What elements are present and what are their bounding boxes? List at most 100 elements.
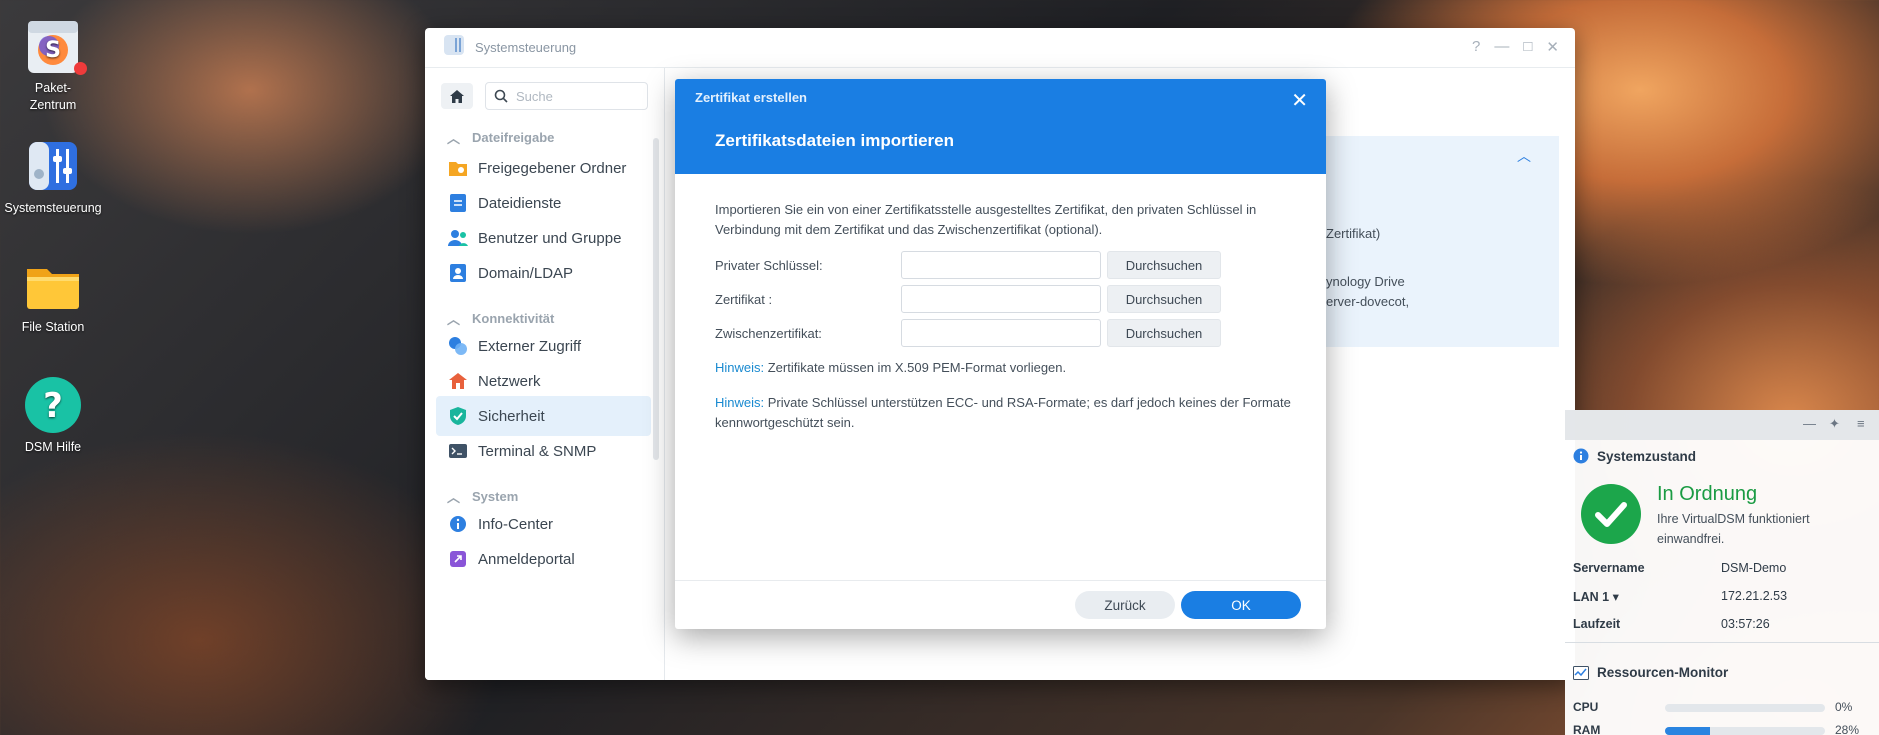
back-button[interactable]: Zurück bbox=[1075, 591, 1175, 619]
section-header-file-sharing[interactable]: ︿ Dateifreigabe bbox=[447, 128, 554, 147]
dialog-footer-divider bbox=[675, 580, 1326, 581]
desktop-icon-dsm-help[interactable]: ? DSM Hilfe bbox=[3, 375, 103, 456]
sidebar-scrollbar[interactable] bbox=[653, 138, 659, 460]
sidebar-item-external-access[interactable]: Externer Zugriff bbox=[436, 326, 651, 366]
dialog-header: Zertifikat erstellen Zertifikatsdateien … bbox=[675, 79, 1326, 174]
home-button[interactable] bbox=[441, 83, 473, 109]
sidebar-item-domain-ldap[interactable]: Domain/LDAP bbox=[436, 253, 651, 293]
control-panel-icon bbox=[443, 34, 465, 61]
resource-monitor-title: Ressourcen-Monitor bbox=[1573, 665, 1728, 680]
widget-toolbar: — ✦ ≡ bbox=[1565, 410, 1879, 440]
package-center-icon: S bbox=[23, 16, 87, 76]
minimize-button[interactable]: — bbox=[1494, 38, 1509, 56]
hint-prefix: Hinweis: bbox=[715, 395, 765, 410]
terminal-icon bbox=[448, 441, 468, 461]
intermediate-certificate-label: Zwischenzertifikat: bbox=[715, 325, 822, 341]
info-icon bbox=[1573, 448, 1589, 464]
sidebar-item-network[interactable]: Netzwerk bbox=[436, 361, 651, 401]
private-key-browse-button[interactable]: Durchsuchen bbox=[1107, 251, 1221, 279]
certificate-input[interactable] bbox=[901, 285, 1101, 313]
panel-text: ynology Drive bbox=[1326, 274, 1405, 289]
search-input[interactable] bbox=[516, 88, 636, 104]
private-key-label: Privater Schlüssel: bbox=[715, 257, 823, 273]
maximize-button[interactable]: □ bbox=[1523, 38, 1532, 56]
minimize-icon[interactable]: — bbox=[1803, 416, 1816, 431]
users-icon bbox=[448, 228, 468, 248]
search-box[interactable] bbox=[485, 82, 648, 110]
panel-text: erver-dovecot, bbox=[1326, 294, 1410, 309]
cpu-bar bbox=[1665, 704, 1825, 712]
dialog-description: Importieren Sie ein von einer Zertifikat… bbox=[715, 202, 1257, 237]
hint-format: Hinweis: Zertifikate müssen im X.509 PEM… bbox=[715, 358, 1295, 378]
login-portal-icon bbox=[448, 549, 468, 569]
notification-badge bbox=[74, 62, 87, 75]
svg-text:?: ? bbox=[43, 386, 63, 426]
ram-bar bbox=[1665, 727, 1825, 735]
close-icon[interactable]: ✕ bbox=[1291, 88, 1308, 113]
sidebar: ︿ Dateifreigabe Freigegebener Ordner Dat… bbox=[425, 68, 665, 680]
info-row-lan: LAN 1 ▾ 172.21.2.53 bbox=[1573, 589, 1788, 604]
desktop-icon-label: File Station bbox=[21, 320, 85, 334]
lan-dropdown[interactable]: LAN 1 ▾ bbox=[1573, 589, 1721, 604]
status-text: In Ordnung bbox=[1657, 483, 1758, 505]
network-icon bbox=[448, 371, 468, 391]
window-titlebar[interactable]: Systemsteuerung bbox=[425, 28, 1575, 68]
svg-text:S: S bbox=[45, 38, 61, 63]
sidebar-item-terminal-snmp[interactable]: Terminal & SNMP bbox=[436, 431, 651, 471]
certificate-browse-button[interactable]: Durchsuchen bbox=[1107, 285, 1221, 313]
hint-key-formats: Hinweis: Private Schlüssel unterstützen … bbox=[715, 393, 1295, 433]
cpu-percent: 0% bbox=[1835, 700, 1853, 714]
info-icon bbox=[448, 514, 468, 534]
dialog-title: Zertifikatsdateien importieren bbox=[715, 131, 955, 150]
info-row-uptime: Laufzeit 03:57:26 bbox=[1573, 617, 1770, 631]
window-title: Systemsteuerung bbox=[475, 40, 577, 55]
cpu-label: CPU bbox=[1573, 700, 1599, 714]
help-button[interactable]: ? bbox=[1472, 38, 1480, 56]
sidebar-item-security[interactable]: Sicherheit bbox=[436, 396, 651, 436]
intermediate-certificate-row: Zwischenzertifikat: Durchsuchen bbox=[715, 319, 1221, 347]
certificate-row: Zertifikat : Durchsuchen bbox=[715, 285, 1221, 313]
ram-percent: 28% bbox=[1835, 723, 1860, 735]
shield-icon bbox=[448, 406, 468, 426]
sidebar-item-login-portal[interactable]: Anmeldeportal bbox=[436, 539, 651, 579]
ok-button[interactable]: OK bbox=[1181, 591, 1301, 619]
desktop-icon-control-panel[interactable]: Systemsteuerung bbox=[3, 136, 103, 217]
intermediate-certificate-input[interactable] bbox=[901, 319, 1101, 347]
checkmark-icon bbox=[1581, 484, 1641, 544]
ram-label: RAM bbox=[1573, 723, 1601, 735]
shared-folder-icon bbox=[448, 158, 468, 178]
create-certificate-dialog: Zertifikat erstellen Zertifikatsdateien … bbox=[675, 79, 1326, 629]
desktop-icon-package-center[interactable]: S Paket- Zentrum bbox=[3, 16, 103, 114]
certificate-panel: ︿ Zertifikat) ynology Drive erver-doveco… bbox=[1326, 136, 1559, 347]
control-panel-icon bbox=[23, 136, 83, 196]
help-icon: ? bbox=[23, 375, 83, 435]
search-icon bbox=[494, 89, 508, 103]
system-widget: — ✦ ≡ Systemzustand In Ordnung Ihre Virt… bbox=[1565, 410, 1879, 735]
panel-text: Zertifikat) bbox=[1326, 226, 1381, 241]
certificate-label: Zertifikat : bbox=[715, 291, 773, 307]
sidebar-item-user-group[interactable]: Benutzer und Gruppe bbox=[436, 218, 651, 258]
close-button[interactable]: ✕ bbox=[1546, 38, 1559, 56]
chevron-up-icon[interactable]: ︿ bbox=[1517, 146, 1531, 166]
sidebar-item-shared-folder[interactable]: Freigegebener Ordner bbox=[436, 148, 651, 188]
sidebar-item-file-services[interactable]: Dateidienste bbox=[436, 183, 651, 223]
desktop-icon-label: Systemsteuerung bbox=[4, 201, 102, 215]
private-key-row: Privater Schlüssel: Durchsuchen bbox=[715, 251, 1221, 279]
pin-icon[interactable]: ✦ bbox=[1829, 416, 1840, 432]
domain-icon bbox=[448, 263, 468, 283]
sidebar-item-info-center[interactable]: Info-Center bbox=[436, 504, 651, 544]
private-key-input[interactable] bbox=[901, 251, 1101, 279]
ram-bar-fill bbox=[1665, 727, 1710, 735]
desktop-icon-file-station[interactable]: File Station bbox=[3, 255, 103, 336]
external-access-icon bbox=[448, 336, 468, 356]
dialog-subtitle: Zertifikat erstellen bbox=[695, 90, 807, 105]
settings-icon[interactable]: ≡ bbox=[1857, 416, 1865, 431]
home-icon bbox=[450, 89, 464, 103]
hint-text: Private Schlüssel unterstützen ECC- und … bbox=[715, 395, 1291, 430]
desktop-icon-label: Paket- Zentrum bbox=[29, 81, 77, 112]
monitor-icon bbox=[1573, 665, 1589, 680]
intermediate-certificate-browse-button[interactable]: Durchsuchen bbox=[1107, 319, 1221, 347]
system-health-title: Systemzustand bbox=[1573, 448, 1696, 464]
status-description: Ihre VirtualDSM funktioniert einwandfrei… bbox=[1657, 512, 1810, 546]
hint-text: Zertifikate müssen im X.509 PEM-Format v… bbox=[764, 360, 1067, 375]
